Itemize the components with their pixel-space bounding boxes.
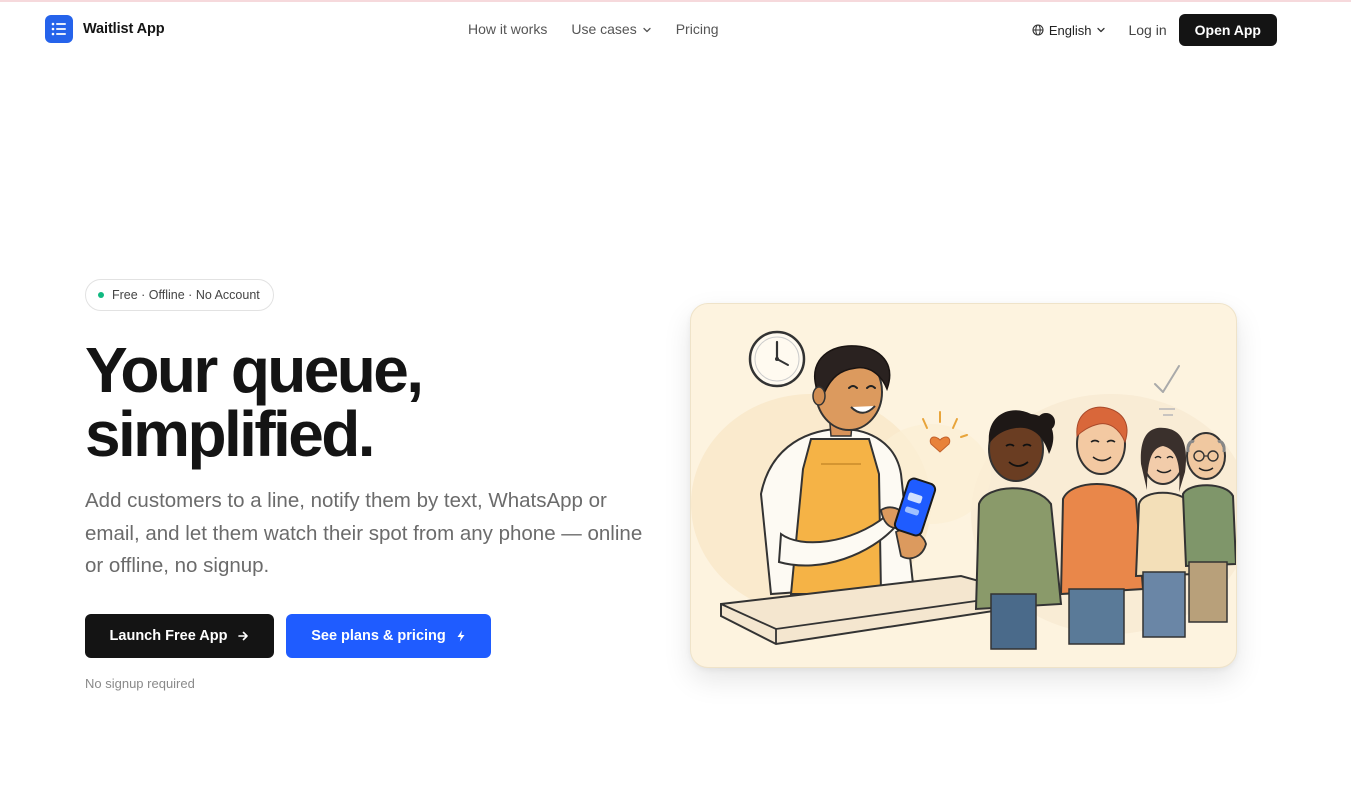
nav-pricing-label: Pricing [675, 21, 719, 37]
see-plans-pricing-button[interactable]: See plans & pricing [286, 614, 491, 658]
launch-free-app-label: Launch Free App [109, 628, 228, 644]
brand-link[interactable]: Waitlist App [45, 15, 165, 43]
open-app-button[interactable]: Open App [1178, 14, 1277, 46]
hero-headline: Your queue, simplified. [85, 334, 424, 470]
language-selector[interactable]: English [1032, 23, 1107, 38]
chevron-down-icon [643, 27, 651, 32]
list-icon [45, 15, 73, 43]
login-link[interactable]: Log in [1128, 22, 1166, 38]
lightning-icon [457, 630, 465, 642]
headline-line-1: Your queue, [85, 334, 424, 406]
language-label: English [1048, 22, 1092, 38]
hero-illustration [690, 303, 1237, 668]
site-header: Waitlist App How it works Use cases Pric… [0, 2, 1351, 58]
nav-pricing[interactable]: Pricing [676, 21, 719, 37]
nav-how-it-works[interactable]: How it works [468, 21, 547, 37]
queue-illustration [691, 330, 1236, 650]
clock-icon [748, 330, 806, 388]
main-nav: How it works Use cases Pricing [468, 21, 719, 37]
launch-free-app-button[interactable]: Launch Free App [85, 614, 274, 658]
nav-use-cases-label: Use cases [571, 21, 637, 37]
features-badge: Free · Offline · No Account [85, 279, 274, 311]
nav-use-cases[interactable]: Use cases [571, 21, 651, 37]
cta-row: Launch Free App See plans & pricing [85, 614, 491, 658]
arrow-right-icon [238, 631, 249, 641]
header-actions: English Log in Open App [1032, 14, 1277, 46]
brand-name: Waitlist App [83, 21, 165, 37]
nav-how-it-works-label: How it works [468, 21, 548, 37]
globe-icon [1032, 24, 1044, 36]
hero-subtext: Add customers to a line, notify them by … [85, 489, 643, 577]
status-dot-icon [98, 292, 104, 298]
see-plans-pricing-label: See plans & pricing [311, 628, 446, 644]
badge-text: Free · Offline · No Account [112, 288, 260, 302]
no-signup-note: No signup required [85, 676, 195, 691]
chevron-down-icon [1097, 27, 1106, 33]
headline-line-2: simplified. [85, 398, 376, 470]
